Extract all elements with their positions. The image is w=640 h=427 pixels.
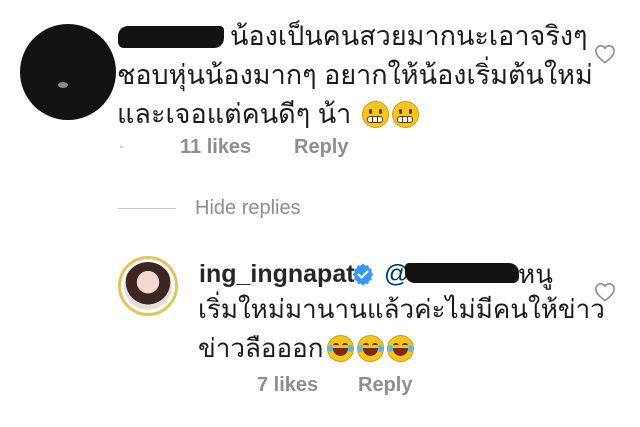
comment-text-line-3: และเจอแต่คนดีๆ น้า <box>117 96 419 132</box>
redacted-mention <box>405 263 519 283</box>
reply-text-line-1-tail: หนู <box>518 259 553 289</box>
reply-username[interactable]: ing_ingnapat <box>199 260 355 289</box>
tears-of-joy-emoji <box>386 335 414 362</box>
grimacing-face-emoji <box>391 101 419 128</box>
heart-outline-icon[interactable] <box>594 44 616 64</box>
reply-reply-button[interactable]: Reply <box>358 374 412 397</box>
hide-replies-button[interactable]: Hide replies <box>195 197 301 220</box>
avatar-photo <box>124 262 172 310</box>
redacted-username <box>118 26 224 48</box>
tears-of-joy-emoji <box>356 335 384 362</box>
comment-meta-divider <box>120 146 123 148</box>
reply-text-line-3-text: ข่าวลือออก <box>198 333 324 363</box>
commenter-avatar[interactable] <box>20 24 116 120</box>
reply-text-line-2: เริ่มใหม่มานานแล้วค่ะไม่มีคนให้ข่าว <box>198 294 605 324</box>
reply-author-avatar[interactable] <box>118 256 178 316</box>
comment-text-line-1: น้องเป็นคนสวยมากนะเอาจริงๆ <box>230 21 588 51</box>
comment-reply-button[interactable]: Reply <box>294 136 348 159</box>
comment-text-line-3-text: และเจอแต่คนดีๆ น้า <box>117 99 352 129</box>
hide-replies-line <box>118 208 176 209</box>
comment-likes-count[interactable]: 11 likes <box>180 136 251 159</box>
avatar-mark <box>58 82 68 88</box>
heart-outline-icon[interactable] <box>594 282 616 302</box>
reply-text-line-3: ข่าวลือออก <box>198 330 414 366</box>
comment-text-line-2: ชอบหุ่นน้องมากๆ อยากให้น้องเริ่มต้นใหม่ <box>117 60 593 90</box>
verified-badge-icon <box>352 263 374 286</box>
reply-likes-count[interactable]: 7 likes <box>257 374 318 397</box>
grimacing-face-emoji <box>361 101 389 128</box>
tears-of-joy-emoji <box>326 335 354 362</box>
